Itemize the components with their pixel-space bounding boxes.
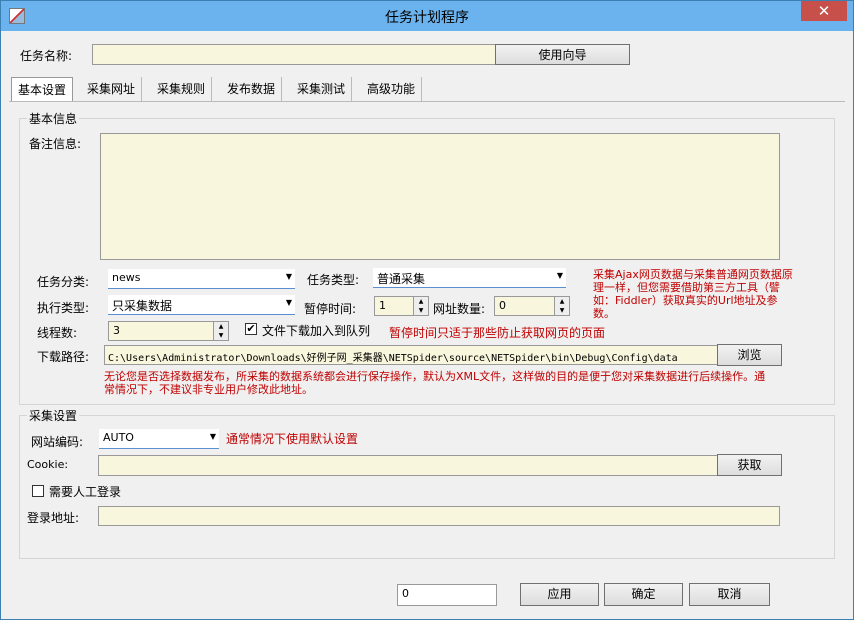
spin-down-icon[interactable]: ▼ [413, 306, 428, 315]
pause-time-spinner[interactable]: 1 ▲ ▼ [374, 296, 429, 316]
download-path-input[interactable]: C:\Users\Administrator\Downloads\好例子网_采集… [104, 345, 720, 365]
pause-note: 暂停时间只适于那些防止获取网页的页面 [389, 326, 606, 340]
tab-basic-settings[interactable]: 基本设置 [11, 77, 74, 102]
task-type-select[interactable]: 普通采集 ▼ [373, 268, 566, 288]
task-name-label: 任务名称: [20, 49, 73, 63]
encoding-select[interactable]: AUTO ▼ [99, 429, 219, 449]
notes-textarea[interactable] [100, 133, 780, 260]
spin-up-icon[interactable]: ▲ [554, 297, 569, 306]
login-url-input[interactable] [98, 506, 780, 526]
browse-button[interactable]: 浏览 [717, 344, 782, 366]
encoding-label: 网站编码: [31, 435, 84, 449]
publish-note: 无论您是否选择数据发布，所采集的数据系统都会进行保存操作，默认为XML文件，这样… [104, 370, 766, 396]
close-icon[interactable]: ✕ [801, 1, 847, 21]
task-category-select[interactable]: news ▼ [108, 269, 295, 289]
main-window: 任务计划程序 ✕ 任务名称: 使用向导 基本设置 采集网址 采集规则 发布数据 … [0, 0, 854, 620]
task-type-value: 普通采集 [377, 272, 426, 286]
cookie-input[interactable] [98, 455, 719, 476]
wizard-button[interactable]: 使用向导 [495, 44, 630, 65]
chevron-down-icon: ▼ [285, 298, 292, 307]
collect-settings-title: 采集设置 [27, 407, 80, 424]
task-category-label: 任务分类: [37, 275, 90, 289]
pause-time-value: 1 [379, 299, 386, 312]
tab-publish-data[interactable]: 发布数据 [221, 77, 283, 101]
encoding-note: 通常情况下使用默认设置 [226, 432, 359, 446]
tab-divider [9, 101, 845, 102]
exec-type-select[interactable]: 只采集数据 ▼ [108, 295, 295, 315]
apply-button[interactable]: 应用 [520, 583, 599, 606]
task-type-label: 任务类型: [307, 273, 360, 287]
threads-value: 3 [113, 324, 120, 337]
tab-collect-test[interactable]: 采集测试 [291, 77, 353, 101]
download-queue-label: 文件下载加入到队列 [262, 324, 371, 338]
cookie-label: Cookie: [27, 458, 69, 471]
tab-collect-rules[interactable]: 采集规则 [151, 77, 213, 101]
title-bar: 任务计划程序 ✕ [1, 1, 853, 31]
threads-spinner[interactable]: 3 ▲ ▼ [108, 321, 229, 341]
url-count-spinner[interactable]: 0 ▲ ▼ [494, 296, 570, 316]
manual-login-label: 需要人工登录 [49, 485, 122, 499]
url-count-value: 0 [499, 299, 506, 312]
footer-value-input[interactable]: 0 [397, 584, 497, 606]
spin-up-icon[interactable]: ▲ [213, 322, 228, 331]
ok-button[interactable]: 确定 [604, 583, 683, 606]
manual-login-checkbox[interactable] [32, 485, 44, 497]
ajax-note: 采集Ajax网页数据与采集普通网页数据原理一样，但您需要借助第三方工具（譬如：F… [593, 268, 793, 320]
basic-info-title: 基本信息 [27, 110, 80, 127]
url-count-label: 网址数量: [433, 302, 486, 316]
window-title: 任务计划程序 [385, 10, 469, 26]
chevron-down-icon: ▼ [285, 272, 292, 281]
notes-label: 备注信息: [29, 137, 82, 151]
spin-down-icon[interactable]: ▼ [213, 331, 228, 340]
download-path-label: 下载路径: [37, 350, 90, 364]
chevron-down-icon: ▼ [209, 432, 216, 441]
tab-advanced[interactable]: 高级功能 [361, 77, 423, 101]
threads-label: 线程数: [37, 326, 78, 340]
task-category-value: news [112, 271, 141, 284]
spin-down-icon[interactable]: ▼ [554, 306, 569, 315]
task-name-input[interactable] [92, 44, 496, 65]
tab-collect-urls[interactable]: 采集网址 [81, 77, 143, 101]
download-queue-checkbox[interactable]: ✔ [245, 323, 257, 335]
cancel-button[interactable]: 取消 [689, 583, 770, 606]
login-url-label: 登录地址: [27, 511, 80, 525]
get-cookie-button[interactable]: 获取 [717, 454, 782, 476]
encoding-value: AUTO [103, 431, 134, 444]
exec-type-label: 执行类型: [37, 301, 90, 315]
exec-type-value: 只采集数据 [112, 299, 173, 313]
chevron-down-icon: ▼ [556, 271, 563, 280]
spin-up-icon[interactable]: ▲ [413, 297, 428, 306]
pause-time-label: 暂停时间: [304, 302, 357, 316]
